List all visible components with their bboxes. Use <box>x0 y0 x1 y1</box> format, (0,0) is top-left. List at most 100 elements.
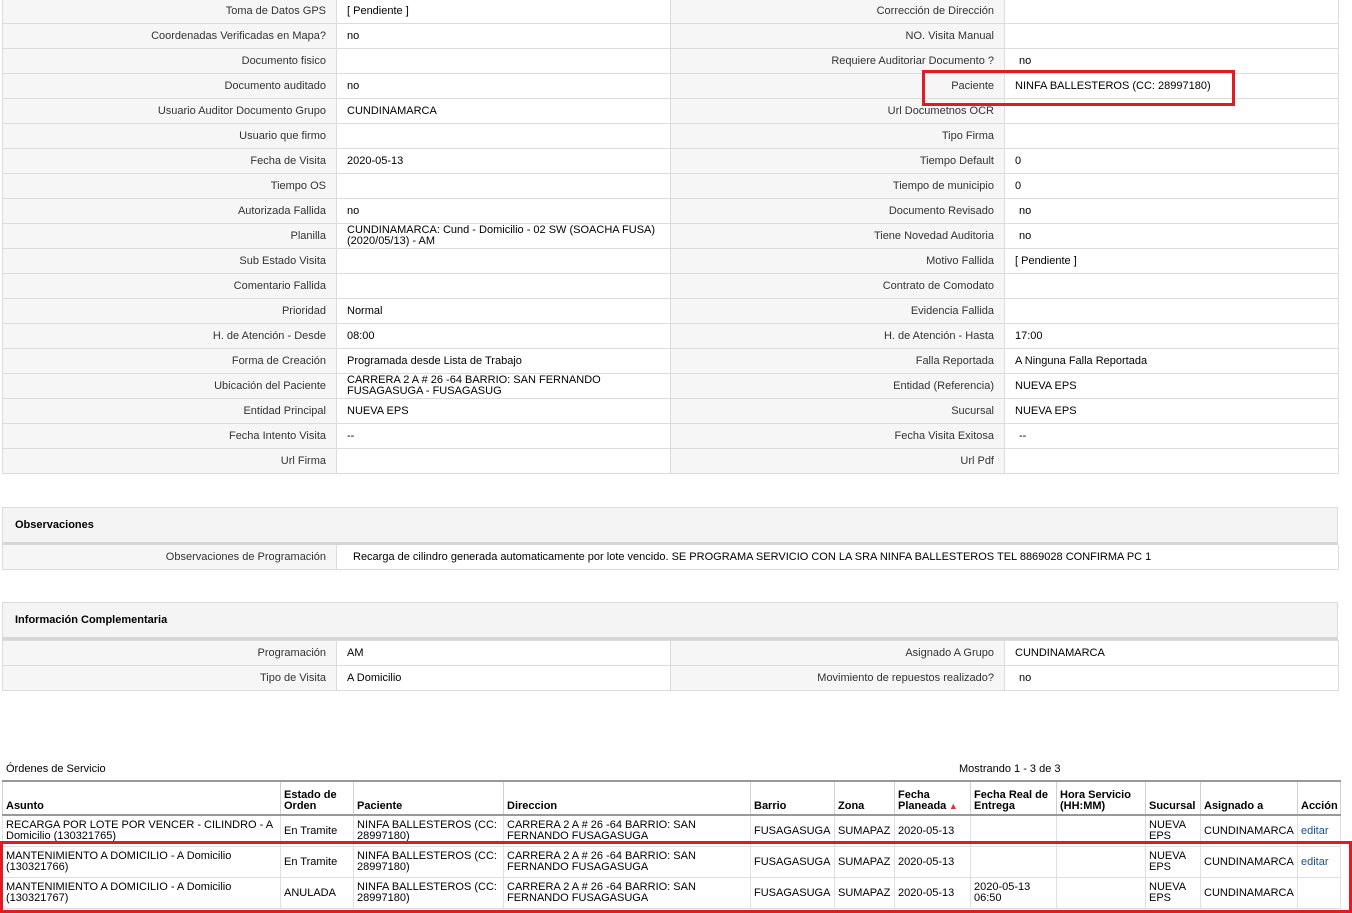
value-tiempo-os <box>337 174 671 199</box>
label-documento-revisado: Documento Revisado <box>671 199 1005 224</box>
label-tiene-novedad-auditoria: Tiene Novedad Auditoria <box>671 224 1005 249</box>
label-h-de-atencion-hasta: H. de Atención - Hasta <box>671 324 1005 349</box>
observaciones-row: Observaciones de Programación Recarga de… <box>2 545 1339 570</box>
cell-asunto: RECARGA POR LOTE POR VENCER - CILINDRO -… <box>2 814 281 847</box>
value-url-documetnos-ocr <box>1005 99 1339 124</box>
label-tiempo-de-municipio: Tiempo de municipio <box>671 174 1005 199</box>
value-comentario-fallida <box>337 274 671 299</box>
column-header-fecha-planeada[interactable]: Fecha Planeada ▲ <box>894 780 971 816</box>
cell-direccion: CARRERA 2 A # 26 -64 BARRIO: SAN FERNAND… <box>503 877 751 909</box>
sort-up-triangle-icon[interactable]: ▲ <box>946 801 958 811</box>
orders-table: Asunto Estado de Orden Paciente Direccion Ba… <box>2 780 1341 909</box>
cell-sucursal: NUEVA EPS <box>1145 877 1201 909</box>
value-contrato-de-comodato <box>1005 274 1339 299</box>
cell-fecha-planeada: 2020-05-13 <box>894 877 971 909</box>
label-movimiento-de-repuestos-realizado: Movimiento de repuestos realizado? <box>671 666 1005 691</box>
cell-barrio: FUSAGASUGA <box>750 814 835 847</box>
observaciones-header: Observaciones <box>2 507 1338 545</box>
label-sucursal: Sucursal <box>671 399 1005 424</box>
value-asignado-a-grupo: CUNDINAMARCA <box>1005 641 1339 666</box>
label-entidad-referencia: Entidad (Referencia) <box>671 374 1005 399</box>
column-header-fecha-real-de-entrega[interactable]: Fecha Real de Entrega <box>970 780 1057 816</box>
column-header-asignado-a[interactable]: Asignado a <box>1200 780 1298 816</box>
label-fecha-visita-exitosa: Fecha Visita Exitosa <box>671 424 1005 449</box>
label-ubicacion-del-paciente: Ubicación del Paciente <box>3 374 337 399</box>
cell-accion <box>1297 877 1341 909</box>
column-header-label: Acción <box>1301 800 1338 812</box>
column-header-hora-servicio-hh-mm[interactable]: Hora Servicio (HH:MM) <box>1056 780 1146 816</box>
column-header-label: Fecha Planeada <box>898 789 947 812</box>
value-documento-fisico <box>337 49 671 74</box>
orders-count: Mostrando 1 - 3 de 3 <box>959 763 1061 775</box>
column-header-accion[interactable]: Acción <box>1297 780 1341 816</box>
cell-fecha-real-de-entrega: 2020-05-13 06:50 <box>970 877 1057 909</box>
label-tipo-firma: Tipo Firma <box>671 124 1005 149</box>
cell-hora-servicio-hh-mm <box>1056 877 1146 909</box>
label-planilla: Planilla <box>3 224 337 249</box>
cell-asignado-a: CUNDINAMARCA <box>1200 814 1298 847</box>
visit-details-grid: Toma de Datos GPS[ Pendiente ] Corrección… <box>2 0 1339 474</box>
column-header-zona[interactable]: Zona <box>834 780 895 816</box>
value-programacion: AM <box>337 641 671 666</box>
value-autorizada-fallida: no <box>337 199 671 224</box>
value-ubicacion-del-paciente: CARRERA 2 A # 26 -64 BARRIO: SAN FERNAND… <box>337 374 671 399</box>
value-falla-reportada: A Ninguna Falla Reportada <box>1005 349 1339 374</box>
label-evidencia-fallida: Evidencia Fallida <box>671 299 1005 324</box>
label-motivo-fallida: Motivo Fallida <box>671 249 1005 274</box>
label-url-documetnos-ocr: Url Documetnos OCR <box>671 99 1005 124</box>
cell-sucursal: NUEVA EPS <box>1145 814 1201 847</box>
label-coordenadas-verificadas-en-mapa: Coordenadas Verificadas en Mapa? <box>3 24 337 49</box>
label-sub-estado-visita: Sub Estado Visita <box>3 249 337 274</box>
label-correccion-de-direccion: Corrección de Dirección <box>671 0 1005 24</box>
cell-fecha-real-de-entrega <box>970 814 1057 847</box>
value-requiere-auditoriar-documento: no <box>1005 49 1339 74</box>
table-row: MANTENIMIENTO A DOMICILIO - A Domicilio … <box>2 846 1341 878</box>
column-header-asunto[interactable]: Asunto <box>2 780 281 816</box>
edit-link[interactable]: editar <box>1297 814 1341 847</box>
label-url-firma: Url Firma <box>3 449 337 474</box>
label-forma-de-creacion: Forma de Creación <box>3 349 337 374</box>
value-usuario-que-firmo <box>337 124 671 149</box>
cell-hora-servicio-hh-mm <box>1056 846 1146 878</box>
complementaria-header: Información Complementaria <box>2 602 1338 640</box>
column-header-sucursal[interactable]: Sucursal <box>1145 780 1201 816</box>
column-header-label: Sucursal <box>1149 800 1196 812</box>
value-fecha-intento-visita: -- <box>337 424 671 449</box>
column-header-direccion[interactable]: Direccion <box>503 780 751 816</box>
cell-estado-de-orden: En Tramite <box>280 814 354 847</box>
label-usuario-auditor-documento-grupo: Usuario Auditor Documento Grupo <box>3 99 337 124</box>
value-entidad-principal: NUEVA EPS <box>337 399 671 424</box>
value-sucursal: NUEVA EPS <box>1005 399 1339 424</box>
orders-header-row: Asunto Estado de Orden Paciente Direccion Ba… <box>2 780 1341 816</box>
label-usuario-que-firmo: Usuario que firmo <box>3 124 337 149</box>
cell-asignado-a: CUNDINAMARCA <box>1200 846 1298 878</box>
value-prioridad: Normal <box>337 299 671 324</box>
cell-zona: SUMAPAZ <box>834 846 895 878</box>
cell-zona: SUMAPAZ <box>834 877 895 909</box>
value-documento-auditado: no <box>337 74 671 99</box>
label-documento-auditado: Documento auditado <box>3 74 337 99</box>
column-header-paciente[interactable]: Paciente <box>353 780 504 816</box>
value-documento-revisado: no <box>1005 199 1339 224</box>
column-header-label: Paciente <box>357 800 403 812</box>
label-documento-fisico: Documento fisico <box>3 49 337 74</box>
value-correccion-de-direccion <box>1005 0 1339 24</box>
column-header-estado-de-orden[interactable]: Estado de Orden <box>280 780 354 816</box>
value-motivo-fallida: [ Pendiente ] <box>1005 249 1339 274</box>
cell-asignado-a: CUNDINAMARCA <box>1200 877 1298 909</box>
column-header-label: Hora Servicio (HH:MM) <box>1060 789 1131 812</box>
value-tiene-novedad-auditoria: no <box>1005 224 1339 249</box>
label-tiempo-os: Tiempo OS <box>3 174 337 199</box>
cell-fecha-planeada: 2020-05-13 <box>894 814 971 847</box>
value-tiempo-de-municipio: 0 <box>1005 174 1339 199</box>
value-coordenadas-verificadas-en-mapa: no <box>337 24 671 49</box>
column-header-barrio[interactable]: Barrio <box>750 780 835 816</box>
column-header-label: Fecha Real de Entrega <box>974 789 1048 812</box>
cell-asunto: MANTENIMIENTO A DOMICILIO - A Domicilio … <box>2 846 281 878</box>
label-comentario-fallida: Comentario Fallida <box>3 274 337 299</box>
edit-link[interactable]: editar <box>1297 846 1341 878</box>
cell-direccion: CARRERA 2 A # 26 -64 BARRIO: SAN FERNAND… <box>503 814 751 847</box>
column-header-label: Barrio <box>754 800 787 812</box>
cell-fecha-planeada: 2020-05-13 <box>894 846 971 878</box>
cell-paciente: NINFA BALLESTEROS (CC: 28997180) <box>353 846 504 878</box>
